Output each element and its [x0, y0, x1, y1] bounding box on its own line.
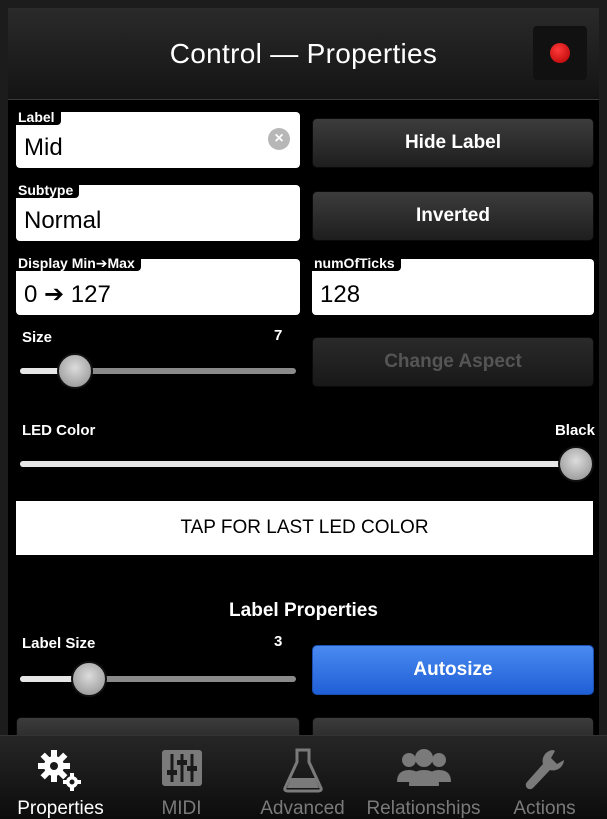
tap-last-led-color-button[interactable]: TAP FOR LAST LED COLOR — [16, 501, 593, 555]
tab-advanced-label: Advanced — [260, 798, 345, 819]
display-range-value: 0 ➔ 127 — [24, 281, 111, 308]
mixer-icon — [161, 750, 202, 786]
wrench-icon — [525, 750, 564, 790]
led-color-value: Black — [554, 422, 595, 439]
display-range-label: Display Min➔Max — [16, 256, 141, 271]
subtype-field-label: Subtype — [16, 183, 80, 198]
led-color-slider-track[interactable] — [20, 461, 590, 467]
label-size-label: Label Size — [22, 635, 96, 652]
tab-properties-label: Properties — [17, 798, 104, 819]
change-aspect-button[interactable]: Change Aspect — [312, 337, 594, 387]
tab-actions-label: Actions — [513, 798, 576, 819]
size-slider-knob[interactable] — [57, 353, 94, 389]
tab-advanced[interactable]: Advanced — [242, 736, 363, 819]
record-button[interactable] — [533, 26, 587, 80]
flask-icon — [282, 748, 323, 793]
tab-actions[interactable]: Actions — [484, 736, 605, 819]
tab-relationships-label: Relationships — [366, 798, 481, 819]
label-size-slider-knob[interactable] — [71, 661, 107, 697]
autosize-button[interactable]: Autosize — [312, 645, 594, 695]
label-size-slider-track[interactable] — [20, 676, 296, 682]
num-ticks-value: 128 — [320, 281, 361, 308]
label-properties-title: Label Properties — [229, 600, 378, 621]
tab-relationships[interactable]: Relationships — [363, 736, 484, 819]
clear-icon[interactable]: × — [268, 128, 290, 150]
header-bar: Control — Properties — [8, 8, 599, 100]
record-dot-icon — [550, 43, 570, 63]
tab-midi[interactable]: MIDI — [121, 736, 242, 819]
label-field-value: Mid — [24, 134, 63, 161]
num-ticks-label: numOfTicks — [312, 256, 401, 271]
gears-icon — [37, 750, 81, 791]
size-slider-label: Size — [22, 329, 53, 346]
inverted-button[interactable]: Inverted — [312, 191, 594, 241]
led-color-label: LED Color — [22, 422, 96, 439]
led-color-slider-knob[interactable] — [558, 446, 594, 482]
size-slider-value: 7 — [274, 327, 283, 344]
tab-properties[interactable]: Properties — [0, 736, 121, 819]
label-field-label: Label — [16, 110, 61, 125]
tab-midi-label: MIDI — [161, 798, 202, 819]
page-title: Control — Properties — [169, 38, 438, 69]
label-size-value: 3 — [274, 633, 283, 650]
tab-bar: Properties MIDI Advanced Relationships A… — [0, 735, 607, 819]
people-icon — [396, 749, 451, 786]
subtype-field-value: Normal — [24, 207, 102, 234]
hide-label-button[interactable]: Hide Label — [312, 118, 594, 168]
led-color-slider-fill — [20, 461, 590, 467]
